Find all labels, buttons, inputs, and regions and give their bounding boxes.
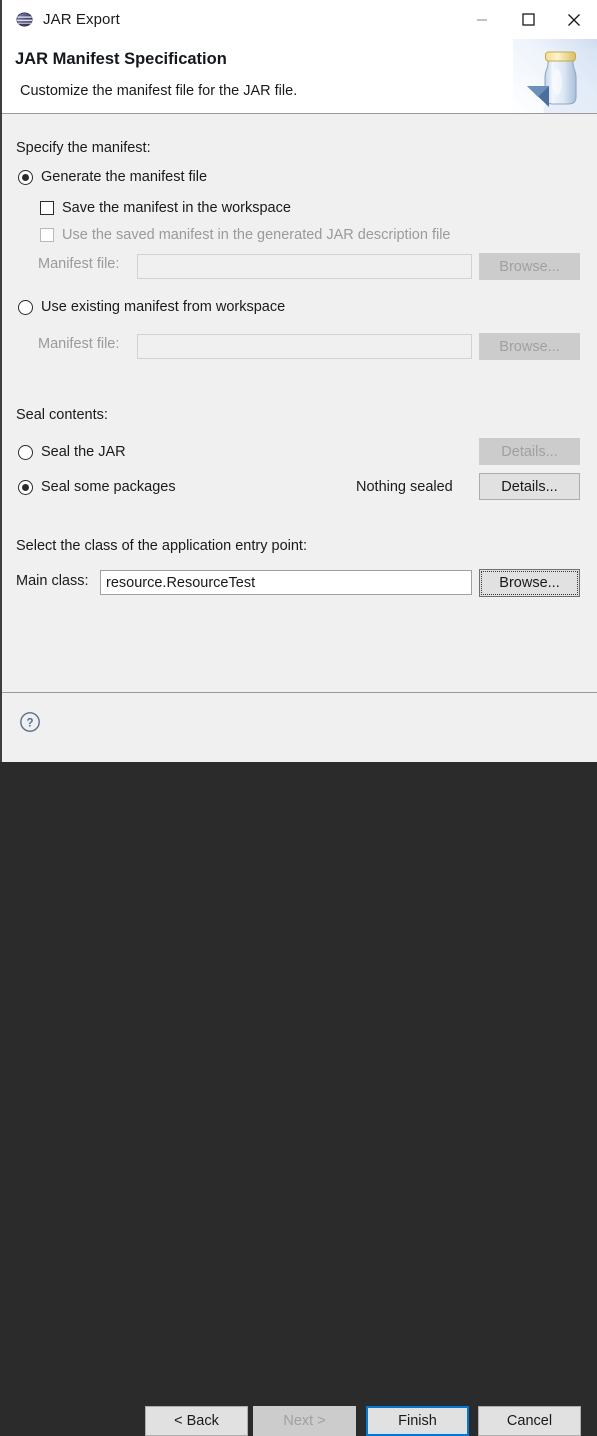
manifest-file-1-label-text: Manifest file:: [38, 256, 120, 272]
cancel-button-label: Cancel: [506, 1413, 553, 1429]
manifest-file-1-input[interactable]: [137, 254, 472, 279]
manifest-group-label: Specify the manifest:: [16, 140, 151, 156]
help-icon[interactable]: ?: [19, 711, 41, 733]
radio-use-existing-manifest[interactable]: Use existing manifest from workspace: [18, 299, 285, 315]
radio-generate-manifest[interactable]: Generate the manifest file: [18, 169, 207, 185]
window-title: JAR Export: [43, 11, 120, 28]
seal-jar-details-label: Details...: [501, 443, 558, 460]
manifest-file-2-browse-label: Browse...: [499, 338, 560, 355]
cancel-button[interactable]: Cancel: [478, 1406, 581, 1436]
main-class-input[interactable]: resource.ResourceTest: [100, 570, 472, 595]
wizard-content: Specify the manifest: Generate the manif…: [2, 114, 597, 692]
seal-group-label-text: Seal contents:: [16, 407, 108, 423]
main-class-browse-button[interactable]: Browse...: [479, 569, 580, 597]
checkbox-save-manifest-indicator[interactable]: [40, 201, 54, 215]
jar-export-icon: [16, 11, 33, 28]
seal-status-value: Nothing sealed: [356, 479, 453, 495]
seal-jar-details-button: Details...: [479, 438, 580, 465]
seal-group-label: Seal contents:: [16, 407, 108, 423]
manifest-file-1-browse-button: Browse...: [479, 253, 580, 280]
page-subtitle: Customize the manifest file for the JAR …: [20, 83, 298, 99]
checkbox-use-saved-manifest: Use the saved manifest in the generated …: [40, 227, 451, 243]
wizard-header: JAR Manifest Specification Customize the…: [2, 39, 597, 114]
main-class-value: resource.ResourceTest: [106, 574, 256, 591]
back-button-label: < Back: [174, 1413, 219, 1429]
jar-bottle-icon: [513, 39, 597, 113]
seal-packages-details-button[interactable]: Details...: [479, 473, 580, 500]
maximize-icon[interactable]: [505, 0, 551, 39]
radio-seal-some-packages[interactable]: Seal some packages: [18, 479, 176, 495]
main-class-label-text: Main class:: [16, 573, 89, 589]
main-class-browse-label: Browse...: [499, 575, 560, 591]
back-button[interactable]: < Back: [145, 1406, 248, 1436]
radio-generate-manifest-indicator[interactable]: [18, 169, 33, 185]
radio-generate-manifest-label: Generate the manifest file: [41, 169, 208, 185]
manifest-file-1-browse-label: Browse...: [499, 258, 560, 275]
manifest-file-1-label: Manifest file:: [38, 256, 119, 272]
radio-use-existing-manifest-indicator[interactable]: [18, 299, 33, 315]
manifest-file-2-label-text: Manifest file:: [38, 336, 120, 352]
entry-point-group-label-text: Select the class of the application entr…: [16, 538, 307, 554]
checkbox-save-manifest-label: Save the manifest in the workspace: [62, 200, 291, 216]
manifest-group-label-text: Specify the manifest:: [16, 140, 151, 156]
jar-export-dialog: JAR Export JAR Manifest Specification Cu…: [0, 0, 597, 1436]
radio-seal-some-packages-label: Seal some packages: [41, 479, 176, 495]
page-title: JAR Manifest Specification: [15, 50, 227, 68]
radio-seal-jar[interactable]: Seal the JAR: [18, 444, 126, 460]
dialog-button-bar: ? < Back Next > Finish Cancel: [2, 692, 597, 1436]
manifest-file-2-label: Manifest file:: [38, 336, 119, 352]
entry-point-group-label: Select the class of the application entr…: [16, 538, 307, 554]
close-icon[interactable]: [551, 0, 597, 39]
minimize-icon[interactable]: [459, 0, 505, 39]
manifest-file-2-input[interactable]: [137, 334, 472, 359]
checkbox-save-manifest[interactable]: Save the manifest in the workspace: [40, 200, 291, 216]
next-button-label: Next >: [283, 1413, 326, 1429]
next-button: Next >: [253, 1406, 356, 1436]
svg-text:?: ?: [26, 717, 33, 729]
manifest-file-2-browse-button: Browse...: [479, 333, 580, 360]
radio-seal-jar-indicator[interactable]: [18, 444, 33, 460]
finish-button[interactable]: Finish: [366, 1406, 469, 1436]
finish-button-label: Finish: [398, 1413, 437, 1429]
title-bar: JAR Export: [2, 0, 597, 39]
checkbox-use-saved-manifest-label: Use the saved manifest in the generated …: [62, 227, 451, 243]
seal-packages-details-label: Details...: [501, 478, 558, 495]
checkbox-use-saved-manifest-indicator: [40, 228, 54, 242]
main-class-label: Main class:: [16, 573, 89, 589]
seal-status-text: Nothing sealed: [356, 479, 453, 495]
window-controls: [459, 0, 597, 39]
radio-seal-some-packages-indicator[interactable]: [18, 479, 33, 495]
radio-use-existing-manifest-label: Use existing manifest from workspace: [41, 299, 286, 315]
radio-seal-jar-label: Seal the JAR: [41, 444, 126, 460]
